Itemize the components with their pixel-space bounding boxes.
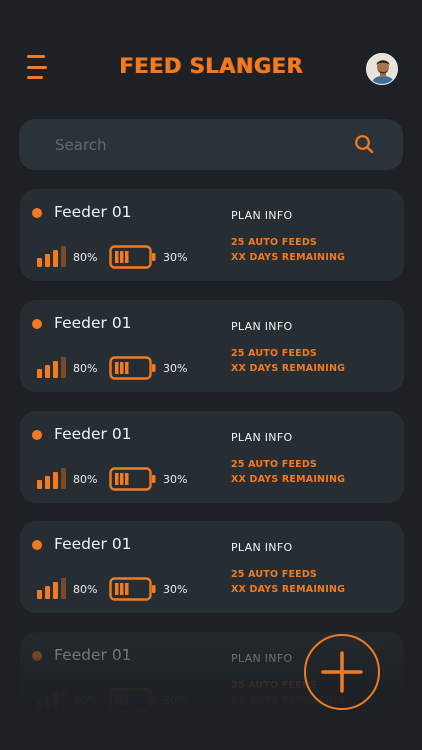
feeder-card[interactable]: Feeder 01 80% 30% PLAN INFO 25 AUTO FEEDS XX … <box>20 521 404 613</box>
plan-auto-feeds: 25 AUTO FEEDS <box>231 569 317 580</box>
status-dot <box>32 651 42 661</box>
battery-icon <box>109 577 157 601</box>
signal-icon <box>37 467 69 489</box>
feeder-name: Feeder 01 <box>54 535 132 553</box>
signal-icon <box>37 688 69 710</box>
feeder-card[interactable]: Feeder 01 80% 30% PLAN INFO 25 AUTO FEEDS XX … <box>20 189 404 281</box>
plan-days-remaining: XX DAYS REMAINING <box>231 584 346 595</box>
plan-info-title: PLAN INFO <box>231 320 293 333</box>
feeder-card[interactable]: Feeder 01 80% 30% PLAN INFO 25 AUTO FEEDS XX … <box>20 411 404 503</box>
plan-days-remaining: XX DAYS REMAINING <box>231 474 346 485</box>
battery-icon <box>109 245 157 269</box>
plan-auto-feeds: 25 AUTO FEEDS <box>231 680 317 691</box>
feeder-name: Feeder 01 <box>54 314 132 332</box>
signal-icon <box>37 245 69 267</box>
plan-days-remaining: XX DAYS REMAINING <box>231 252 346 263</box>
signal-icon <box>37 356 69 378</box>
signal-value: 80% <box>73 251 98 264</box>
battery-icon <box>109 467 157 491</box>
search-input[interactable] <box>55 119 335 170</box>
app-title: FEED SLANGER <box>119 54 303 78</box>
feeder-card[interactable]: Feeder 01 80% 30% PLAN INFO 25 AUTO FEEDS XX … <box>20 300 404 392</box>
status-dot <box>32 430 42 440</box>
status-dot <box>32 319 42 329</box>
battery-value: 30% <box>163 362 188 375</box>
add-feeder-button[interactable] <box>304 634 380 710</box>
plan-auto-feeds: 25 AUTO FEEDS <box>231 237 317 248</box>
status-dot <box>32 540 42 550</box>
app-header: FEED SLANGER <box>0 0 422 110</box>
plan-auto-feeds: 25 AUTO FEEDS <box>231 459 317 470</box>
plan-info-title: PLAN INFO <box>231 652 293 665</box>
battery-icon <box>109 356 157 380</box>
avatar[interactable] <box>366 53 398 85</box>
battery-value: 30% <box>163 251 188 264</box>
feeder-name: Feeder 01 <box>54 425 132 443</box>
battery-value: 30% <box>163 583 188 596</box>
plan-info-title: PLAN INFO <box>231 541 293 554</box>
plan-info-title: PLAN INFO <box>231 431 293 444</box>
battery-value: 30% <box>163 473 188 486</box>
signal-value: 80% <box>73 583 98 596</box>
plus-icon <box>321 651 363 693</box>
plan-days-remaining: XX DAYS REMAINING <box>231 363 346 374</box>
plan-auto-feeds: 25 AUTO FEEDS <box>231 348 317 359</box>
signal-value: 80% <box>73 694 98 707</box>
battery-icon <box>109 688 157 712</box>
signal-icon <box>37 577 69 599</box>
feeder-name: Feeder 01 <box>54 646 132 664</box>
plan-info-title: PLAN INFO <box>231 209 293 222</box>
signal-value: 80% <box>73 473 98 486</box>
battery-value: 30% <box>163 694 188 707</box>
signal-value: 80% <box>73 362 98 375</box>
search-bar <box>19 119 403 170</box>
status-dot <box>32 208 42 218</box>
search-icon[interactable] <box>354 134 374 154</box>
feeder-name: Feeder 01 <box>54 203 132 221</box>
